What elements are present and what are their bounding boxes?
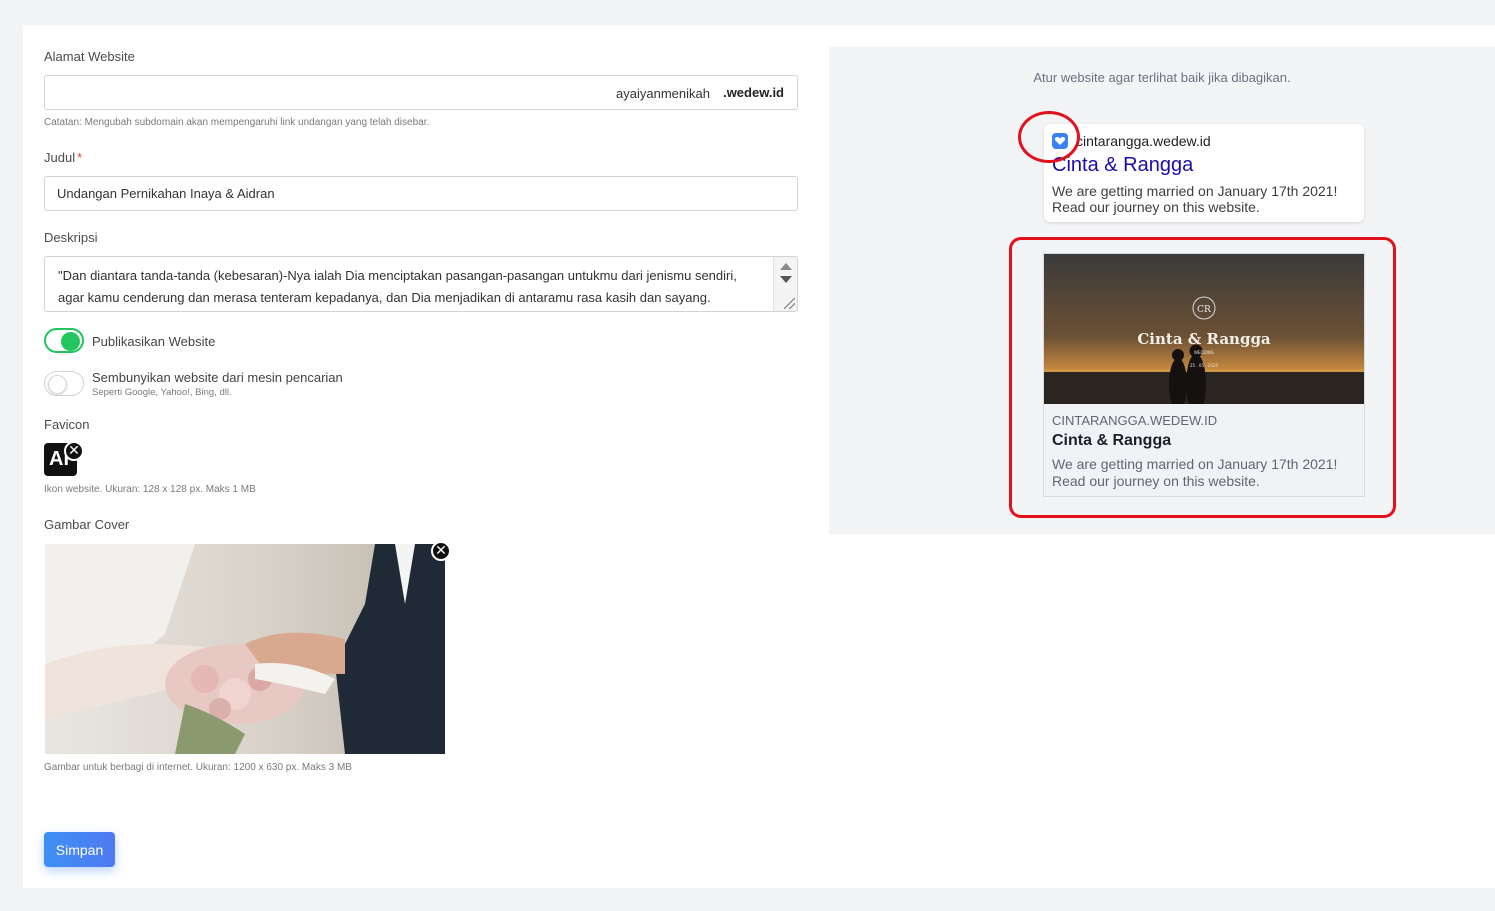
toggle-knob bbox=[61, 332, 80, 351]
publish-toggle[interactable] bbox=[44, 328, 84, 353]
search-domain: cintarangga.wedew.id bbox=[1076, 133, 1211, 149]
scroll-down-icon[interactable] bbox=[780, 276, 792, 283]
subdomain-value: ayaiyanmenikah bbox=[616, 86, 710, 101]
domain-suffix: .wedew.id bbox=[723, 85, 784, 100]
subdomain-input[interactable]: ayaiyanmenikah .wedew.id bbox=[44, 75, 798, 110]
publish-label: Publikasikan Website bbox=[92, 334, 216, 349]
preview-panel: Atur website agar terlihat baik jika dib… bbox=[829, 47, 1495, 534]
description-line-2: agar kamu cenderung dan merasa tenteram … bbox=[58, 290, 711, 305]
title-label: Judul * bbox=[44, 150, 82, 165]
resize-handle-icon[interactable] bbox=[784, 298, 795, 309]
description-textarea[interactable]: "Dan diantara tanda-tanda (kebesaran)-Ny… bbox=[44, 256, 798, 312]
search-title: Cinta & Rangga bbox=[1052, 154, 1194, 176]
preview-hint: Atur website agar terlihat baik jika dib… bbox=[1033, 70, 1291, 85]
scroll-up-icon[interactable] bbox=[780, 263, 792, 270]
description-label: Deskripsi bbox=[44, 230, 98, 245]
title-label-text: Judul bbox=[44, 150, 76, 165]
toggle-knob bbox=[48, 375, 67, 394]
search-description: We are getting married on January 17th 2… bbox=[1052, 183, 1338, 215]
cover-image bbox=[45, 544, 445, 754]
favicon-highlight-circle bbox=[1018, 111, 1080, 163]
title-input[interactable]: Undangan Pernikahan Inaya & Aidran bbox=[44, 176, 798, 211]
required-mark: * bbox=[77, 150, 83, 165]
remove-cover-icon[interactable]: ✕ bbox=[431, 541, 451, 561]
remove-favicon-icon[interactable]: ✕ bbox=[64, 441, 84, 461]
cover-photo-illustration bbox=[45, 544, 445, 754]
description-line-1: "Dan diantara tanda-tanda (kebesaran)-Ny… bbox=[58, 268, 737, 283]
hide-search-sublabel: Seperti Google, Yahoo!, Bing, dll. bbox=[92, 387, 232, 398]
address-note: Catatan: Mengubah subdomain akan mempeng… bbox=[44, 117, 430, 128]
hide-search-label: Sembunyikan website dari mesin pencarian bbox=[92, 370, 343, 385]
address-label: Alamat Website bbox=[44, 49, 135, 64]
social-preview-highlight bbox=[1009, 237, 1396, 518]
favicon-note: Ikon website. Ukuran: 128 x 128 px. Maks… bbox=[44, 484, 256, 495]
hide-search-toggle[interactable] bbox=[44, 371, 84, 396]
favicon-label: Favicon bbox=[44, 417, 90, 432]
cover-label: Gambar Cover bbox=[44, 517, 130, 532]
save-button[interactable]: Simpan bbox=[44, 832, 115, 867]
search-result-preview: cintarangga.wedew.id Cinta & Rangga We a… bbox=[1044, 124, 1364, 222]
cover-note: Gambar untuk berbagi di internet. Ukuran… bbox=[44, 762, 352, 773]
